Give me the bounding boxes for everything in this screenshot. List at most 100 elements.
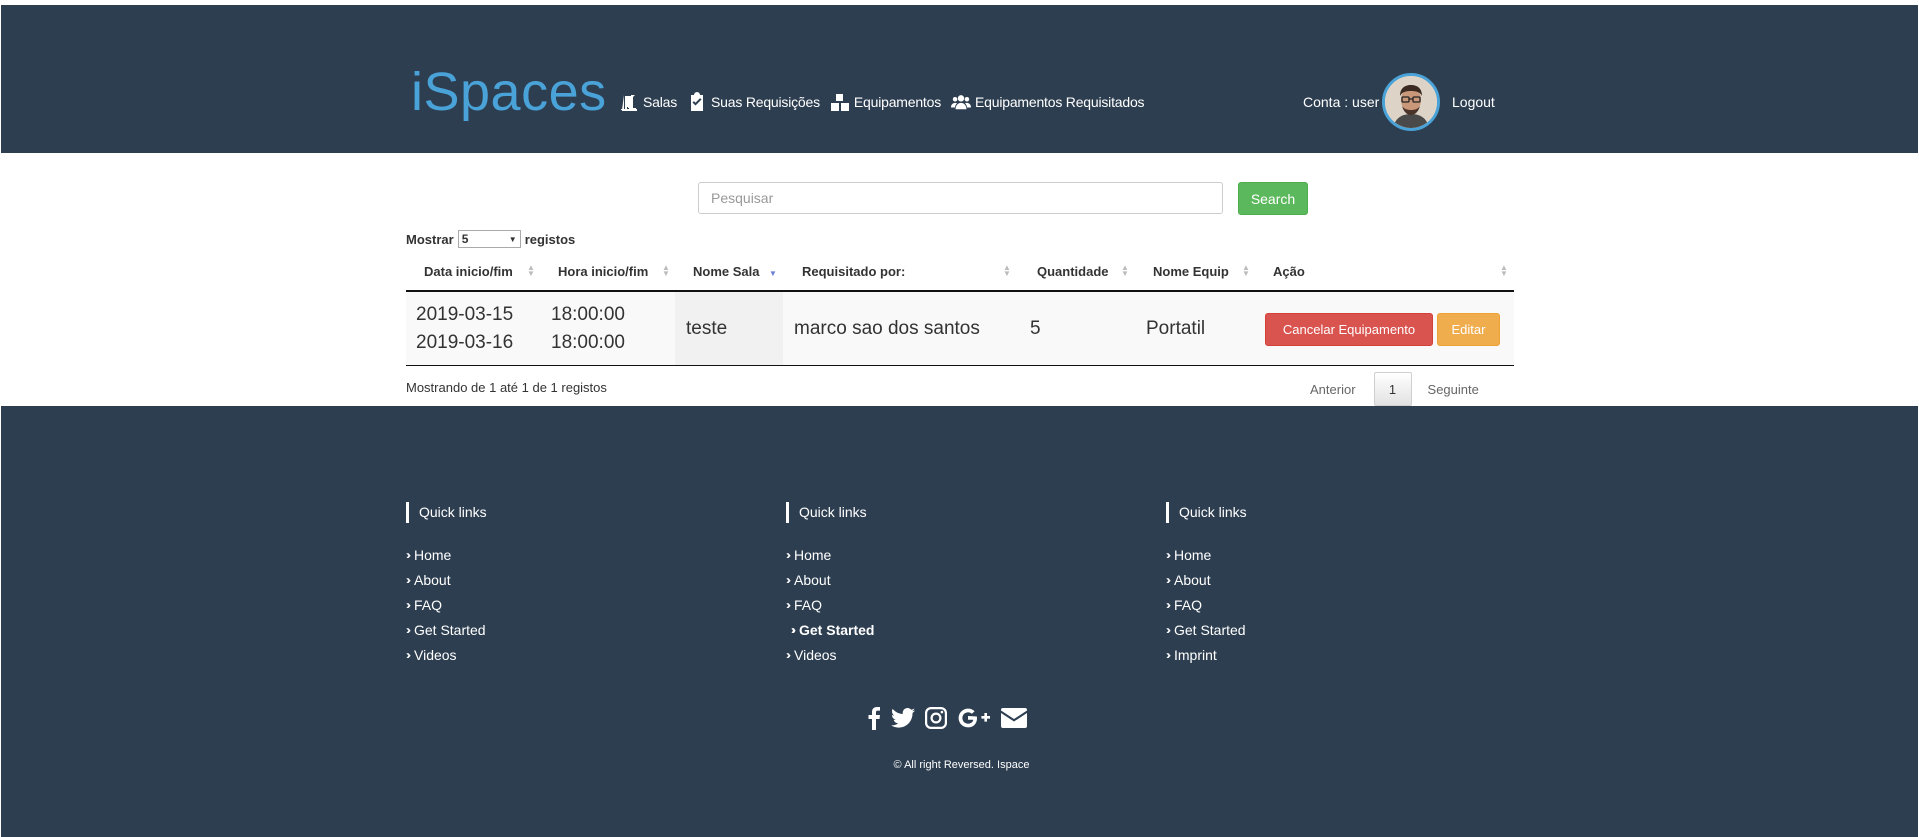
footer-link[interactable]: ›› Imprint xyxy=(1166,647,1247,672)
nav-label: Suas Requisições xyxy=(711,94,820,110)
footer-link[interactable]: ›› FAQ xyxy=(786,597,874,622)
length-suffix: registos xyxy=(524,231,576,247)
twitter-icon[interactable] xyxy=(891,708,915,728)
column-header-requested-by[interactable]: Requisitado por: xyxy=(802,264,905,279)
sort-icon[interactable]: ▲ ▼ xyxy=(1003,264,1011,278)
pagination-previous[interactable]: Anterior xyxy=(1310,382,1356,397)
footer-link[interactable]: ›› About xyxy=(1166,572,1247,597)
search-input[interactable] xyxy=(698,182,1223,214)
column-header-time[interactable]: Hora inicio/fim xyxy=(558,264,648,279)
time-end: 18:00:00 xyxy=(551,332,625,353)
clipboard-check-icon xyxy=(691,92,704,111)
double-chevron-right-icon: ›› xyxy=(786,598,791,612)
column-header-date[interactable]: Data inicio/fim xyxy=(424,264,513,279)
nav-label: Equipamentos Requisitados xyxy=(975,94,1145,110)
nav-equipamentos-requisitados[interactable]: Equipamentos Requisitados xyxy=(951,92,1145,112)
footer-link[interactable]: ›› FAQ xyxy=(1166,597,1247,622)
table-row: 2019-03-15 2019-03-16 18:00:00 18:00:00 … xyxy=(406,292,1514,366)
pagination-page-current[interactable]: 1 xyxy=(1373,372,1412,406)
footer-link[interactable]: ›› Videos xyxy=(786,647,874,672)
envelope-icon[interactable] xyxy=(1001,708,1027,728)
sort-icon[interactable]: ▲ ▼ xyxy=(527,264,535,278)
footer-links: ›› Home ›› About ›› FAQ ›› Get Started ›› Vid… xyxy=(406,547,487,672)
pagination: Anterior 1 Seguinte xyxy=(1310,372,1479,406)
pagination-next[interactable]: Seguinte xyxy=(1428,382,1479,397)
sort-icon[interactable]: ▲ ▼ xyxy=(1242,264,1250,278)
page: iSpaces Salas Suas Requisições Equipamen… xyxy=(0,0,1919,837)
column-header-equipment[interactable]: Nome Equip xyxy=(1153,264,1229,279)
footer-link[interactable]: ›› Home xyxy=(1166,547,1247,572)
column-header-quantity[interactable]: Quantidade xyxy=(1037,264,1109,279)
copyright: © All right Reversed. Ispace xyxy=(1,759,1918,771)
boxes-icon xyxy=(830,94,849,111)
sort-icon[interactable]: ▲ ▼ xyxy=(1500,264,1508,278)
footer-link[interactable]: ›› Get Started xyxy=(406,622,487,647)
nav-suas-requisicoes[interactable]: Suas Requisições xyxy=(687,92,820,112)
footer-column: Quick links ›› Home ›› About ›› FAQ ›› Get S… xyxy=(1166,502,1247,672)
double-chevron-right-icon: ›› xyxy=(406,648,411,662)
table-info: Mostrando de 1 até 1 de 1 registos xyxy=(406,380,607,395)
double-chevron-right-icon: ›› xyxy=(1166,573,1171,587)
edit-button[interactable]: Editar xyxy=(1437,313,1500,346)
nav-label: Salas xyxy=(643,94,678,110)
sort-icon[interactable]: ▲ ▼ xyxy=(1121,264,1129,278)
search-button[interactable]: Search xyxy=(1238,182,1308,215)
sort-icon[interactable]: ▲ ▼ xyxy=(662,264,670,278)
footer-link[interactable]: ›› FAQ xyxy=(406,597,487,622)
cancel-equipment-button[interactable]: Cancelar Equipamento xyxy=(1265,313,1433,346)
column-header-action[interactable]: Ação xyxy=(1273,264,1305,279)
time-start: 18:00:00 xyxy=(551,304,625,325)
double-chevron-right-icon: ›› xyxy=(406,598,411,612)
double-chevron-right-icon: ›› xyxy=(406,573,411,587)
footer-column-title: Quick links xyxy=(406,502,487,523)
avatar-photo xyxy=(1385,76,1437,128)
footer-link[interactable]: ›› Home xyxy=(406,547,487,572)
sort-desc-icon[interactable]: ▼ xyxy=(769,270,777,278)
google-plus-icon[interactable] xyxy=(957,707,991,729)
double-chevron-right-icon: ›› xyxy=(1166,598,1171,612)
date-end: 2019-03-16 xyxy=(416,332,514,353)
logout-link[interactable]: Logout xyxy=(1452,94,1495,110)
facebook-icon[interactable] xyxy=(867,706,881,730)
nav-equipamentos[interactable]: Equipamentos xyxy=(830,92,941,112)
room-name: teste xyxy=(686,318,728,339)
double-chevron-right-icon: ›› xyxy=(1166,548,1171,562)
double-chevron-right-icon: ›› xyxy=(791,623,796,637)
double-chevron-right-icon: ›› xyxy=(786,548,791,562)
footer-link[interactable]: ›› About xyxy=(786,572,874,597)
date-start: 2019-03-15 xyxy=(416,304,514,325)
avatar[interactable] xyxy=(1382,73,1440,131)
footer-link[interactable]: ›› Get Started xyxy=(1166,622,1247,647)
double-chevron-right-icon: ›› xyxy=(1166,648,1171,662)
footer-link[interactable]: ›› Home xyxy=(786,547,874,572)
social-links xyxy=(867,706,1027,730)
navbar: iSpaces Salas Suas Requisições Equipamen… xyxy=(1,5,1918,153)
footer-link[interactable]: ›› Videos xyxy=(406,647,487,672)
double-chevron-right-icon: ›› xyxy=(786,648,791,662)
table-length-control: Mostrar 5 registos xyxy=(406,230,575,248)
main-menu: Salas Suas Requisições Equipamentos Equi… xyxy=(619,92,1145,112)
requested-by: marco sao dos santos xyxy=(794,318,980,339)
instagram-icon[interactable] xyxy=(925,707,947,729)
footer: Quick links ›› Home ›› About ›› FAQ ›› Get S… xyxy=(1,406,1918,837)
footer-link[interactable]: ›› About xyxy=(406,572,487,597)
length-select[interactable]: 5 xyxy=(457,230,521,248)
quantity: 5 xyxy=(1030,318,1041,339)
footer-column: Quick links ›› Home ›› About ›› FAQ ›› Get S… xyxy=(406,502,487,672)
users-icon xyxy=(951,95,972,110)
brand-logo[interactable]: iSpaces xyxy=(411,65,607,119)
nav-salas[interactable]: Salas xyxy=(619,92,677,112)
copyright-brand[interactable]: Ispace xyxy=(997,759,1029,771)
length-value: 5 xyxy=(461,232,469,246)
double-chevron-right-icon: ›› xyxy=(1166,623,1171,637)
double-chevron-right-icon: ›› xyxy=(406,623,411,637)
footer-links: ›› Home ›› About ›› FAQ ›› Get Started ›› Imp… xyxy=(1166,547,1247,672)
footer-link-hovered[interactable]: ›› Get Started xyxy=(786,622,874,647)
footer-column: Quick links ›› Home ›› About ›› FAQ ›› Get S… xyxy=(786,502,874,672)
footer-links: ›› Home ›› About ›› FAQ ›› Get Started ›› Vid… xyxy=(786,547,874,672)
double-chevron-right-icon: ›› xyxy=(786,573,791,587)
column-header-room[interactable]: Nome Sala xyxy=(693,264,759,279)
table-header: Data inicio/fim ▲ ▼ Hora inicio/fim ▲ ▼ No… xyxy=(406,258,1514,292)
account-label: Conta : user xyxy=(1303,94,1380,110)
nav-label: Equipamentos xyxy=(853,94,942,110)
